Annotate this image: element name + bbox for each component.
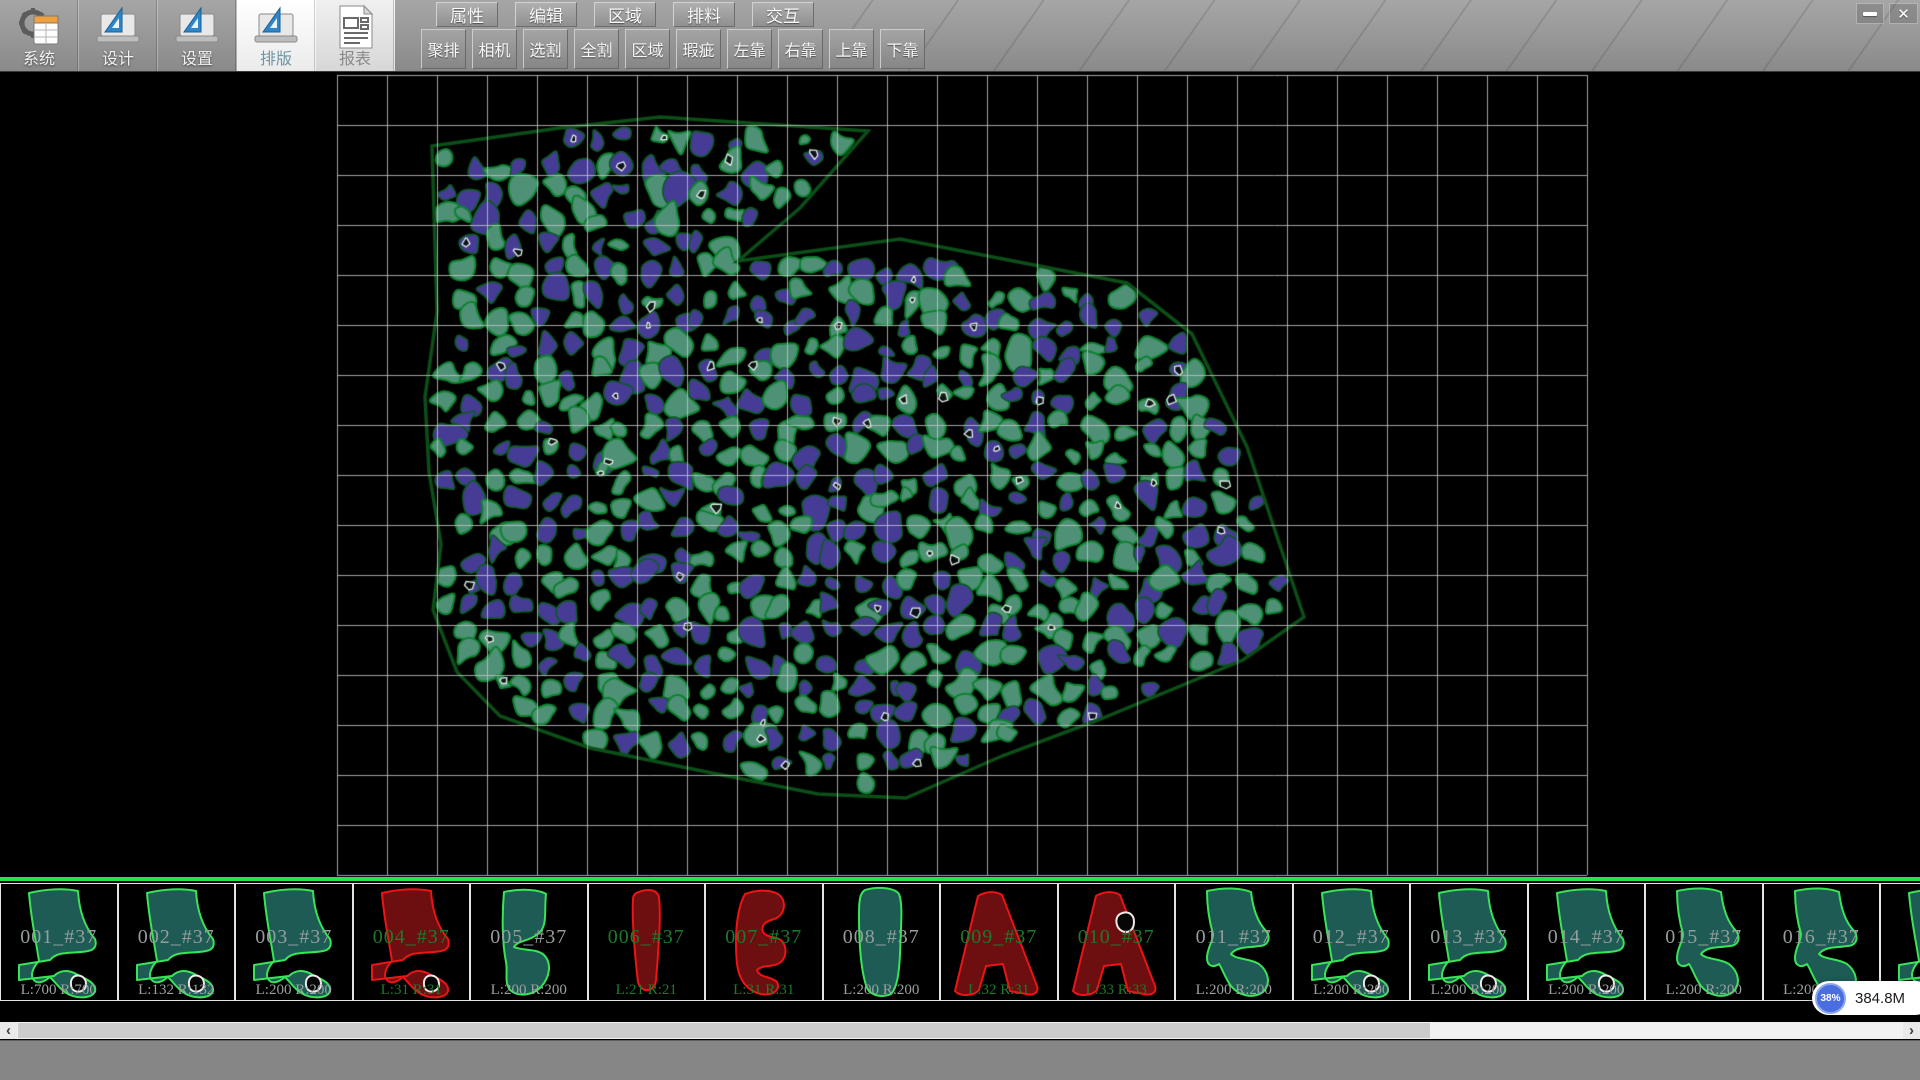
piece-thumbnail-013_#37[interactable]: 013_#37 L:200 R:200 xyxy=(1410,883,1528,1001)
progress-percent-badge: 38% xyxy=(1815,983,1846,1014)
main-tab-报表[interactable]: 报表 xyxy=(316,0,395,71)
piece-thumbnail-strip: 001_#37 L:700 R:700 002_#37 L:132 R:132 … xyxy=(0,883,1920,1003)
menu-bar: 属性编辑区域排料交互 xyxy=(436,2,814,27)
tool-button-瑕疵[interactable]: 瑕疵 xyxy=(676,29,721,69)
tool-button-相机[interactable]: 相机 xyxy=(472,29,517,69)
menu-item-排料[interactable]: 排料 xyxy=(673,2,735,27)
settings-ruler-laptop-icon xyxy=(174,4,220,50)
piece-lr-count-label: L:200 R:200 xyxy=(471,982,587,999)
close-icon: ✕ xyxy=(1897,5,1910,23)
piece-lr-count-label: L:31 R:31 xyxy=(354,982,470,999)
piece-lr-count-label: L:21 R:21 xyxy=(589,982,705,999)
piece-name-label: 004_#37 xyxy=(354,926,470,949)
tool-button-上靠[interactable]: 上靠 xyxy=(829,29,874,69)
menu-item-属性[interactable]: 属性 xyxy=(436,2,498,27)
tool-bar: 聚排相机选割全割区域瑕疵左靠右靠上靠下靠 xyxy=(421,29,931,69)
tab-label: 报表 xyxy=(339,50,371,69)
main-tab-系统[interactable]: 系统 xyxy=(0,0,79,71)
progress-size-label: 384.8M xyxy=(1855,990,1905,1007)
main-tab-排版[interactable]: 排版 xyxy=(237,0,316,71)
menu-item-区域[interactable]: 区域 xyxy=(594,2,656,27)
menu-item-交互[interactable]: 交互 xyxy=(752,2,814,27)
tool-button-全割[interactable]: 全割 xyxy=(574,29,619,69)
piece-lr-count-label: L:200 R:200 xyxy=(1646,982,1762,999)
piece-name-label: 007_#37 xyxy=(706,926,822,949)
scroll-left-button[interactable]: ‹ xyxy=(0,1022,17,1039)
tool-button-下靠[interactable]: 下靠 xyxy=(880,29,925,69)
piece-thumbnail-007_#37[interactable]: 007_#37 L:31 R:31 xyxy=(705,883,823,1001)
piece-thumbnail-004_#37[interactable]: 004_#37 L:31 R:31 xyxy=(353,883,471,1001)
status-bar xyxy=(0,1040,1920,1080)
piece-lr-count-label: L:132 R:132 xyxy=(119,982,235,999)
menu-item-编辑[interactable]: 编辑 xyxy=(515,2,577,27)
main-tab-设计[interactable]: 设计 xyxy=(79,0,158,71)
piece-lr-count-label: L:200 R:200 xyxy=(824,982,940,999)
piece-thumbnail-002_#37[interactable]: 002_#37 L:132 R:132 xyxy=(118,883,236,1001)
piece-thumbnail-012_#37[interactable]: 012_#37 L:200 R:200 xyxy=(1293,883,1411,1001)
piece-thumbnail-005_#37[interactable]: 005_#37 L:200 R:200 xyxy=(470,883,588,1001)
tool-button-选割[interactable]: 选割 xyxy=(523,29,568,69)
piece-name-label: 011_#37 xyxy=(1176,926,1292,949)
piece-lr-count-label: L:33 R:33 xyxy=(1059,982,1175,999)
piece-name-label: 012_#37 xyxy=(1294,926,1410,949)
piece-name-label: 006_#37 xyxy=(589,926,705,949)
main-tab-设置[interactable]: 设置 xyxy=(158,0,237,71)
report-document-icon xyxy=(334,4,376,50)
piece-thumbnail-014_#37[interactable]: 014_#37 L:200 R:200 xyxy=(1528,883,1646,1001)
piece-name-label: 0 xyxy=(1881,926,1920,949)
piece-thumbnail-009_#37[interactable]: 009_#37 L:32 R:31 xyxy=(940,883,1058,1001)
piece-lr-count-label: L:200 R:200 xyxy=(1529,982,1645,999)
strip-divider xyxy=(0,877,1920,881)
horizontal-scrollbar[interactable]: ‹ › xyxy=(0,1022,1920,1039)
piece-thumbnail-015_#37[interactable]: 015_#37 L:200 R:200 xyxy=(1645,883,1763,1001)
tab-label: 设置 xyxy=(181,50,213,69)
piece-thumbnail-011_#37[interactable]: 011_#37 L:200 R:200 xyxy=(1175,883,1293,1001)
design-ruler-laptop-icon xyxy=(95,4,141,50)
piece-thumbnail-001_#37[interactable]: 001_#37 L:700 R:700 xyxy=(0,883,118,1001)
minimize-button[interactable] xyxy=(1856,3,1884,24)
system-gear-table-icon xyxy=(17,4,61,50)
piece-lr-count-label: L:200 R:200 xyxy=(1176,982,1292,999)
piece-thumbnail-008_#37[interactable]: 008_#37 L:200 R:200 xyxy=(823,883,941,1001)
minimize-icon xyxy=(1863,12,1877,16)
piece-thumbnail-006_#37[interactable]: 006_#37 L:21 R:21 xyxy=(588,883,706,1001)
piece-name-label: 010_#37 xyxy=(1059,926,1175,949)
scroll-right-button[interactable]: › xyxy=(1903,1022,1920,1039)
scrollbar-thumb[interactable] xyxy=(18,1023,1430,1038)
piece-name-label: 016_#37 xyxy=(1764,926,1880,949)
piece-lr-count-label: L:32 R:31 xyxy=(941,982,1057,999)
piece-lr-count-label: L:700 R:700 xyxy=(1,982,117,999)
piece-thumbnail-010_#37[interactable]: 010_#37 L:33 R:33 xyxy=(1058,883,1176,1001)
tool-button-右靠[interactable]: 右靠 xyxy=(778,29,823,69)
piece-lr-count-label: L:200 R:200 xyxy=(236,982,352,999)
piece-lr-count-label: L:200 R:200 xyxy=(1411,982,1527,999)
nesting-app-window: 系统 设计 设置 排版 报表 属性编辑区域排料交互 聚排相机选割全割区域瑕疵左靠… xyxy=(0,0,1920,1080)
piece-name-label: 008_#37 xyxy=(824,926,940,949)
tab-label: 设计 xyxy=(102,50,134,69)
nesting-ruler-laptop-icon xyxy=(253,4,299,50)
piece-name-label: 009_#37 xyxy=(941,926,1057,949)
piece-name-label: 013_#37 xyxy=(1411,926,1527,949)
piece-name-label: 014_#37 xyxy=(1529,926,1645,949)
close-button[interactable]: ✕ xyxy=(1889,3,1918,24)
toolbar-texture xyxy=(830,0,1920,71)
main-tabs: 系统 设计 设置 排版 报表 xyxy=(0,0,395,71)
piece-name-label: 003_#37 xyxy=(236,926,352,949)
tool-button-区域[interactable]: 区域 xyxy=(625,29,670,69)
piece-lr-count-label: L:31 R:31 xyxy=(706,982,822,999)
scroll-left-icon: ‹ xyxy=(6,1022,11,1039)
progress-overlay[interactable]: 38% 384.8M xyxy=(1812,981,1920,1015)
piece-thumbnail-003_#37[interactable]: 003_#37 L:200 R:200 xyxy=(235,883,353,1001)
tool-button-左靠[interactable]: 左靠 xyxy=(727,29,772,69)
piece-lr-count-label: L:200 R:200 xyxy=(1294,982,1410,999)
piece-name-label: 002_#37 xyxy=(119,926,235,949)
scroll-right-icon: › xyxy=(1909,1022,1914,1039)
tab-label: 系统 xyxy=(23,50,55,69)
tool-button-聚排[interactable]: 聚排 xyxy=(421,29,466,69)
piece-name-label: 005_#37 xyxy=(471,926,587,949)
piece-name-label: 015_#37 xyxy=(1646,926,1762,949)
piece-name-label: 001_#37 xyxy=(1,926,117,949)
toolbar: 系统 设计 设置 排版 报表 属性编辑区域排料交互 聚排相机选割全割区域瑕疵左靠… xyxy=(0,0,1920,72)
tab-label: 排版 xyxy=(260,50,292,69)
